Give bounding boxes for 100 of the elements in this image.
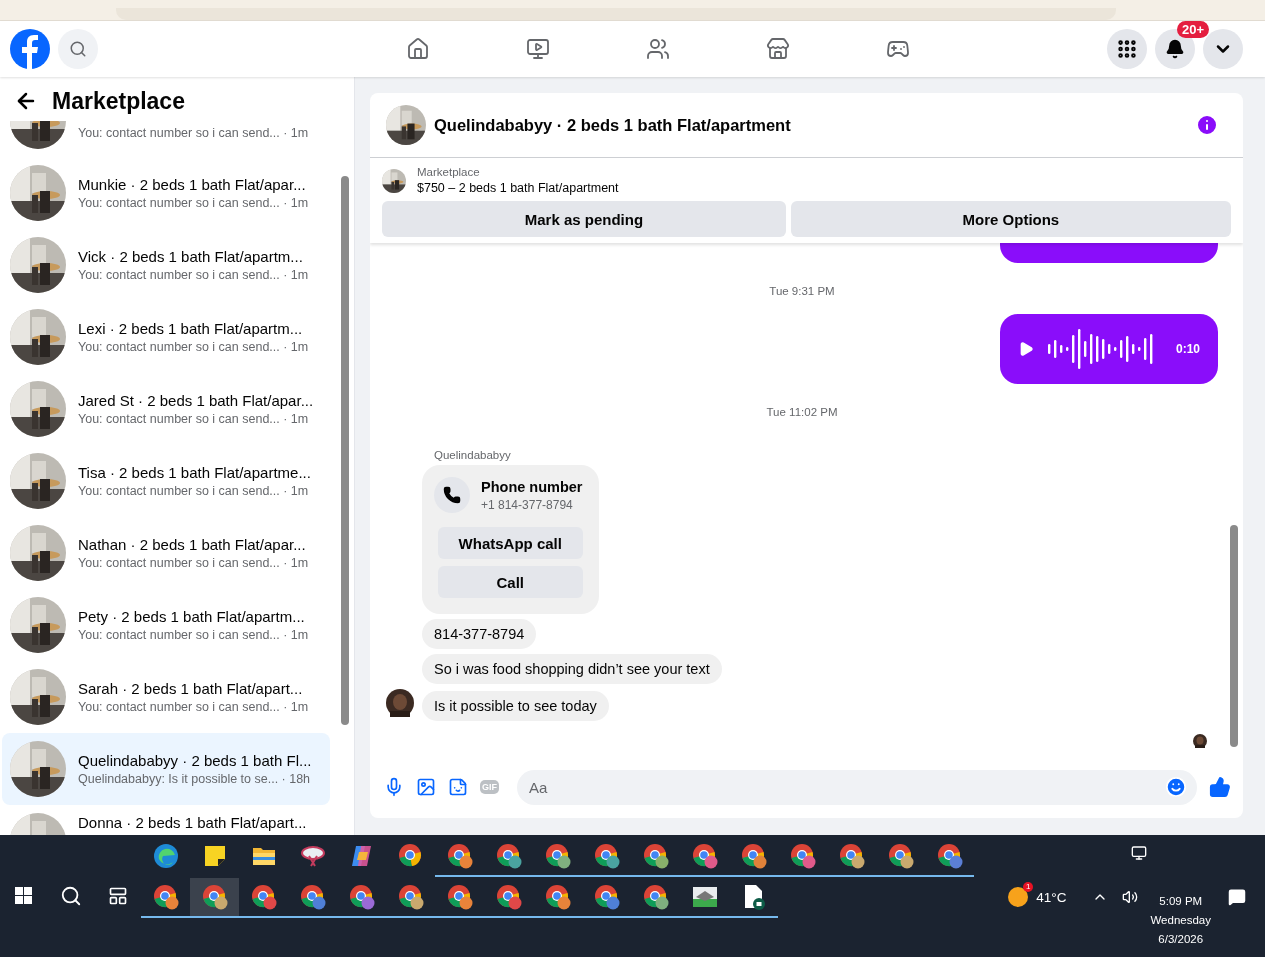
conversation-name: Tisa · 2 beds 1 bath Flat/apartme... (78, 464, 311, 481)
chrome-profile-icon (299, 884, 326, 910)
chrome-profile-icon (544, 843, 571, 869)
conversation-preview: Quelindababyy: Is it possible to se... · 18h (78, 772, 312, 786)
weather-widget[interactable]: 1 41°C (1008, 877, 1067, 917)
conversation-name: Munkie · 2 beds 1 bath Flat/apar... (78, 176, 307, 193)
chrome-profile-icon (495, 884, 522, 910)
notification-icon[interactable] (1228, 888, 1246, 906)
contact-title: Phone number (481, 478, 583, 495)
conversation-item[interactable]: You: contact number so i can send... · 1m (2, 121, 330, 157)
call-button[interactable]: WhatsApp call (438, 527, 583, 559)
conversation-name: Quelindababyy · 2 beds 1 bath Fl... (78, 752, 312, 769)
image-icon[interactable] (416, 777, 436, 797)
conversation-preview: You: contact number so i can send... · 1m (78, 340, 309, 354)
message-input[interactable]: Aa (517, 769, 1197, 805)
conversation-name: Lexi · 2 beds 1 bath Flat/apartm... (78, 320, 304, 337)
sender-name: Quelindababyy (434, 449, 512, 461)
conversation-item[interactable]: Tisa · 2 beds 1 bath Flat/apartme... You: contact number so i can send... · 1m (2, 445, 330, 517)
conversation-item[interactable]: Nathan · 2 beds 1 bath Flat/apar... You: contact number so i can send... · 1m (2, 517, 330, 589)
phone-button[interactable] (434, 477, 470, 513)
conversation-name: Vick · 2 beds 1 bath Flat/apartm... (78, 248, 304, 265)
conversation-item[interactable]: Vick · 2 beds 1 bath Flat/apartm... You: contact number so i can send... · 1m (2, 229, 330, 301)
conversation-item[interactable]: Munkie · 2 beds 1 bath Flat/apar... You: contact number so i can send... · 1m (2, 157, 330, 229)
page-title: Marketplace (52, 87, 185, 115)
chrome-profile-icon (593, 884, 620, 910)
task-view-icon (107, 886, 128, 906)
chrome-profile-icon (446, 843, 473, 869)
action-button[interactable]: More Options (790, 201, 1231, 237)
speaker-icon[interactable] (1122, 889, 1139, 905)
clock-date: 6/3/2026 (1158, 933, 1204, 945)
chrome-profile-icon (740, 843, 767, 869)
chrome-profile-icon (348, 884, 375, 910)
emoji-icon[interactable] (1165, 776, 1187, 798)
notification-badge: 20+ (1177, 21, 1210, 38)
microphone-icon[interactable] (384, 777, 404, 797)
voice-message[interactable]: 0:10 (1000, 314, 1218, 384)
chrome-profile-icon (887, 843, 914, 869)
menu-button[interactable] (1107, 29, 1147, 69)
chrome-profile-icon (250, 884, 277, 910)
store-icon (766, 37, 790, 61)
conversation-name: Jared St · 2 beds 1 bath Flat/apar... (78, 392, 314, 409)
temperature: 41°C (1036, 889, 1067, 905)
windows-icon (14, 887, 33, 905)
conversation-preview: You: contact number so i can send... · 1m (78, 628, 309, 642)
conversation-preview: You: contact number so i can send... · 1m (78, 126, 309, 140)
chrome-profile-icon (397, 884, 424, 910)
conversation-item[interactable]: Pety · 2 beds 1 bath Flat/apartm... You: contact number so i can send... · 1m (2, 589, 330, 661)
like-icon[interactable] (1209, 776, 1231, 798)
conversation-preview: You: contact number so i can send... · 1m (78, 196, 309, 210)
conversation-name: Nathan · 2 beds 1 bath Flat/apar... (78, 536, 307, 553)
conversation-preview: You: contact number so i can send... · 1m (78, 484, 310, 498)
clock-day: Wednesday (1150, 914, 1211, 926)
listing-source: Marketplace (417, 166, 481, 178)
conversation-name: Sarah · 2 beds 1 bath Flat/apart... (78, 680, 304, 697)
grid-icon (1116, 38, 1138, 60)
chrome-profile-icon (642, 884, 669, 910)
action-button[interactable]: Mark as pending (382, 201, 786, 237)
search-icon (59, 885, 82, 907)
logo-icon[interactable] (10, 29, 50, 69)
video-icon (526, 37, 550, 61)
conversation-preview: You: contact number so i can send... · 1m (78, 268, 309, 282)
voice-duration: 0:10 (1175, 342, 1200, 356)
contact-number: +1 814-377-8794 (481, 497, 574, 512)
chrome-profile-icon (201, 884, 228, 910)
edge-icon (152, 843, 179, 869)
message-bubble: 814-377-8794 (422, 619, 537, 649)
phone-icon (443, 486, 461, 504)
conversation-item[interactable]: Quelindababyy · 2 beds 1 bath Fl... Quelindababyy: Is it possible to se... · 18h (2, 733, 330, 805)
bell-icon (1165, 39, 1185, 59)
chrome-profile-icon (446, 884, 473, 910)
timestamp: Tue 9:31 PM (769, 285, 835, 297)
message-bubble: So i was food shopping didn’t see your text (422, 654, 722, 684)
call-button[interactable]: Call (438, 566, 583, 598)
chrome-profile-icon (691, 843, 718, 869)
conversation-preview: You: contact number so i can send... · 1m (78, 412, 310, 426)
timestamp: Tue 11:02 PM (766, 406, 838, 418)
conversation-name: Pety · 2 beds 1 bath Flat/apartm... (78, 608, 306, 625)
weather-badge: 1 (1023, 882, 1034, 892)
chrome-profile-icon (642, 843, 669, 869)
account-button[interactable] (1203, 29, 1243, 69)
conversation-name: Donna · 2 beds 1 bath Flat/apart... (78, 814, 307, 831)
chrome-profile-icon (936, 843, 963, 869)
chrome-profile-icon (152, 884, 179, 910)
conversation-item[interactable]: Lexi · 2 beds 1 bath Flat/apartm... You: contact number so i can send... · 1m (2, 301, 330, 373)
info-icon[interactable] (1195, 113, 1219, 137)
play-icon[interactable] (1018, 341, 1034, 357)
sticker-icon[interactable] (448, 777, 468, 797)
conversation-item[interactable]: Sarah · 2 beds 1 bath Flat/apart... You: contact number so i can send... · 1m (2, 661, 330, 733)
clock[interactable]: 5:09 PM Wednesday 6/3/2026 (1150, 895, 1211, 945)
listing-summary: $750 – 2 beds 1 bath Flat/apartment (417, 181, 619, 195)
chat-title: Quelindababyy · 2 beds 1 bath Flat/apartment (434, 115, 791, 135)
conversation-item[interactable]: Jared St · 2 beds 1 bath Flat/apar... You: contact number so i can send... · 1m (2, 373, 330, 445)
chrome-profile-icon (495, 843, 522, 869)
friends-icon (646, 37, 670, 61)
clock-time: 5:09 PM (1159, 895, 1203, 907)
conversation-preview: You: contact number so i can send... · 1m (78, 556, 309, 570)
chrome-profile-icon (789, 843, 816, 869)
chrome-profile-icon (544, 884, 571, 910)
message-bubble: Is it possible to see today (422, 691, 609, 721)
conversation-preview: You: contact number so i can send... · 1m (78, 700, 309, 714)
